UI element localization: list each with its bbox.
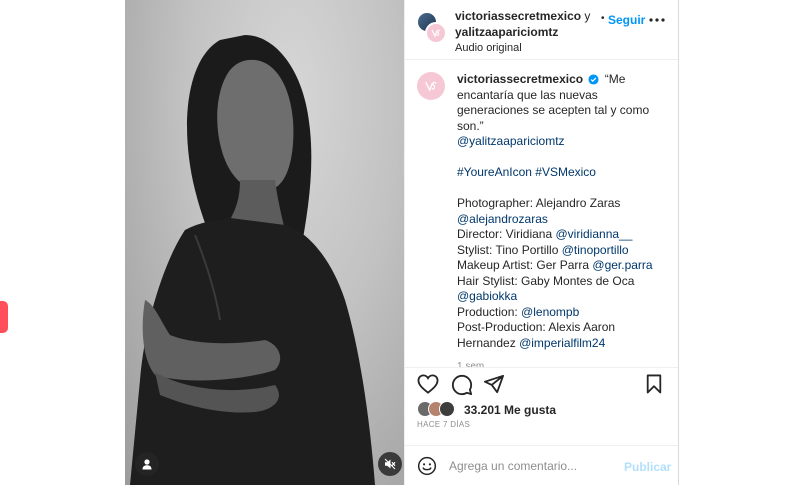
credit-handle[interactable]: @viridianna__ (556, 227, 633, 241)
credit-handle[interactable]: @ger.parra (592, 258, 652, 272)
post-panel: victoriassecretmexico y yalitzaapariciom… (404, 0, 679, 485)
coauthor-link[interactable]: yalitzaapariciomtz (455, 25, 558, 39)
header-names: victoriassecretmexico y yalitzaapariciom… (455, 8, 605, 56)
author-avatars[interactable] (417, 12, 447, 44)
vs-logo-icon (431, 29, 441, 38)
caption-username[interactable]: victoriassecretmexico (457, 72, 583, 86)
credit-line: Post-Production: Alexis Aaron Hernandez … (457, 320, 616, 350)
mute-icon (384, 458, 396, 470)
credit-line: Hair Stylist: Gaby Montes de Oca (457, 273, 635, 288)
verified-icon (588, 74, 599, 85)
avatar[interactable] (417, 72, 445, 100)
avatar[interactable] (425, 22, 447, 44)
avatar[interactable] (439, 401, 455, 417)
share-icon[interactable] (483, 374, 505, 394)
author-link[interactable]: victoriassecretmexico (455, 9, 581, 23)
caption-time: 1 sem (457, 361, 485, 367)
post-media[interactable] (125, 0, 404, 485)
credit-handle[interactable]: @alejandrozaras (457, 212, 667, 228)
credit-handle[interactable]: @gabiokka (457, 289, 667, 305)
credit-line: Director: Viridiana @viridianna__ (457, 227, 633, 241)
credit-line: Makeup Artist: Ger Parra @ger.parra (457, 258, 653, 272)
credit-line: Stylist: Tino Portillo @tinoportillo (457, 242, 629, 257)
follow-button[interactable]: Seguir (608, 13, 645, 27)
credit-line: Photographer: Alejandro Zaras (457, 196, 621, 210)
tagged-users-button[interactable] (135, 452, 159, 476)
action-bar: 33.201 Me gusta HACE 7 DÍAS (405, 367, 678, 445)
mute-button[interactable] (378, 452, 402, 476)
save-icon[interactable] (645, 374, 663, 394)
publish-button[interactable]: Publicar (624, 460, 671, 474)
side-tab[interactable] (0, 301, 8, 333)
likes-count[interactable]: 33.201 Me gusta (464, 403, 556, 417)
post-header: victoriassecretmexico y yalitzaapariciom… (405, 0, 678, 60)
credit-handle[interactable]: @imperialfilm24 (519, 336, 605, 350)
heart-icon[interactable] (417, 374, 439, 394)
credit-handle[interactable]: @tinoportillo (562, 243, 629, 257)
hashtags-link[interactable]: #YoureAnIcon #VSMexico (457, 165, 667, 181)
post-age: HACE 7 DÍAS (417, 420, 471, 429)
vs-logo-icon (425, 81, 437, 92)
comment-composer: Publicar (405, 445, 678, 485)
separator-dot: • (601, 13, 605, 24)
joiner-text: y (581, 9, 591, 23)
post-photo (130, 35, 375, 485)
caption-area: victoriassecretmexico “Me encantaría que… (405, 60, 678, 367)
audio-link[interactable]: Audio original (455, 41, 605, 56)
comment-input[interactable] (449, 457, 619, 475)
emoji-icon[interactable] (417, 456, 437, 476)
user-tag-icon (142, 459, 152, 470)
credit-handle[interactable]: @lenompb (521, 305, 579, 319)
liker-avatars[interactable] (417, 401, 461, 417)
caption-text: victoriassecretmexico “Me encantaría que… (457, 72, 667, 367)
credit-line: Production: @lenompb (457, 304, 580, 319)
mention-link[interactable]: @yalitzaapariciomtz (457, 134, 667, 150)
more-icon[interactable] (648, 17, 666, 23)
comment-icon[interactable] (451, 374, 473, 396)
